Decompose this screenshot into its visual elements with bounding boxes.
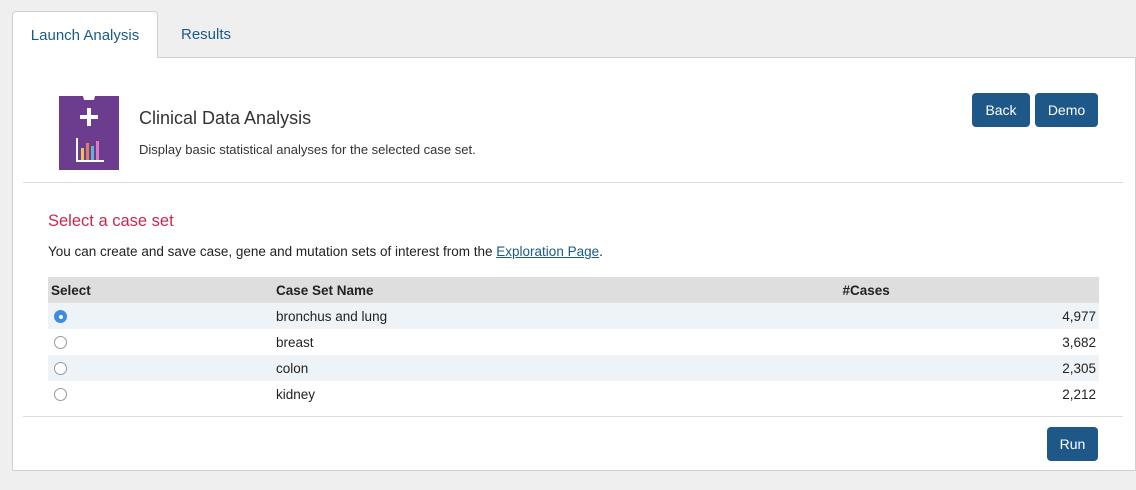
page-title: Clinical Data Analysis bbox=[139, 108, 312, 128]
helper-text-suffix: . bbox=[599, 244, 603, 259]
case-set-title: Select a case set bbox=[48, 212, 174, 230]
tab-launch-analysis[interactable]: Launch Analysis bbox=[12, 11, 158, 58]
case-count: 2,305 bbox=[842, 355, 1099, 381]
case-set-name: kidney bbox=[276, 386, 316, 402]
table-header-row: Select Case Set Name #Cases bbox=[48, 277, 1099, 303]
radio-button[interactable] bbox=[54, 362, 67, 376]
select-cell bbox=[48, 303, 276, 329]
case-count: 3,682 bbox=[1062, 334, 1096, 350]
run-button[interactable]: Run bbox=[1047, 427, 1098, 461]
select-cell bbox=[48, 355, 276, 381]
case-set-name: breast bbox=[276, 334, 314, 350]
radio-button[interactable] bbox=[54, 310, 67, 324]
tab-results[interactable]: Results bbox=[162, 11, 250, 57]
clipboard-chart-icon bbox=[59, 88, 119, 170]
column-header-select: Select bbox=[48, 277, 276, 303]
table-row[interactable]: bronchus and lung 4,977 bbox=[48, 303, 1099, 329]
table-row[interactable]: kidney 2,212 bbox=[48, 381, 1099, 407]
radio-button[interactable] bbox=[54, 388, 67, 402]
divider bbox=[23, 182, 1123, 183]
tab-bar: Launch Analysis Results bbox=[12, 11, 1136, 58]
case-count: 2,212 bbox=[1062, 386, 1096, 402]
case-count: 4,977 bbox=[842, 303, 1099, 329]
column-header-case-set-name: Case Set Name bbox=[276, 277, 843, 303]
back-button[interactable]: Back bbox=[972, 93, 1030, 127]
divider bbox=[23, 416, 1123, 417]
case-set-name: colon bbox=[276, 355, 843, 381]
select-cell bbox=[48, 381, 276, 407]
demo-button[interactable]: Demo bbox=[1035, 93, 1098, 127]
case-set-table: Select Case Set Name #Cases bronchus and… bbox=[48, 277, 1099, 407]
helper-text: You can create and save case, gene and m… bbox=[48, 244, 603, 259]
case-set-name: bronchus and lung bbox=[276, 303, 843, 329]
page-description: Display basic statistical analyses for t… bbox=[139, 142, 476, 157]
select-cell bbox=[48, 329, 276, 355]
exploration-page-link[interactable]: Exploration Page bbox=[496, 244, 599, 259]
table-row[interactable]: colon 2,305 bbox=[48, 355, 1099, 381]
launch-analysis-panel: Clinical Data Analysis Display basic sta… bbox=[12, 57, 1136, 471]
column-header-cases: #Cases bbox=[842, 277, 1099, 303]
table-row[interactable]: breast 3,682 bbox=[48, 329, 1099, 355]
helper-text-prefix: You can create and save case, gene and m… bbox=[48, 244, 497, 259]
radio-button[interactable] bbox=[54, 336, 67, 350]
